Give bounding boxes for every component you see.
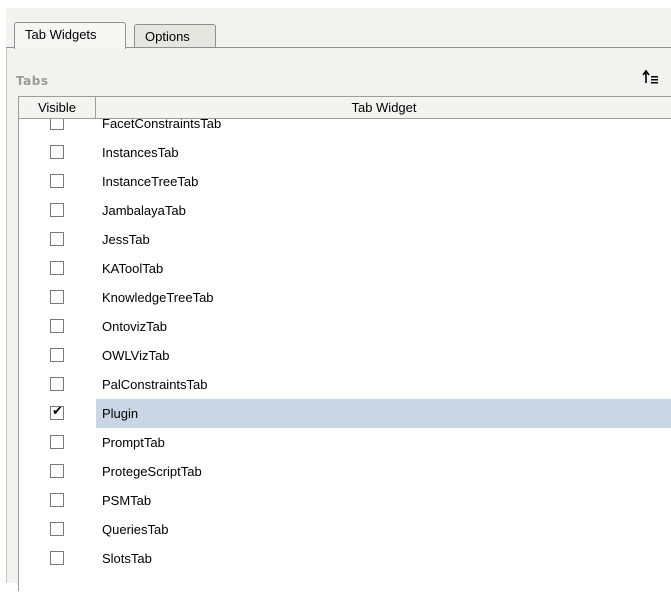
sort-ascending-icon[interactable] <box>641 69 659 85</box>
table-row[interactable]: OntovizTab <box>19 312 671 341</box>
tab-widget-name[interactable]: SlotsTab <box>96 544 671 573</box>
visible-cell <box>19 254 96 283</box>
table-row[interactable]: ProtegeScriptTab <box>19 457 671 486</box>
visible-cell <box>19 283 96 312</box>
table-row[interactable]: SlotsTab <box>19 544 671 573</box>
visible-checkbox[interactable] <box>50 119 64 130</box>
table-body: FacetConstraintsTab InstancesTab InstanceT… <box>19 119 671 592</box>
visible-checkbox[interactable] <box>50 232 64 246</box>
tab-widget-name[interactable]: InstancesTab <box>96 138 671 167</box>
visible-cell <box>19 167 96 196</box>
table-row[interactable]: QueriesTab <box>19 515 671 544</box>
visible-checkbox[interactable] <box>50 174 64 188</box>
tab-widget-name[interactable]: QueriesTab <box>96 515 671 544</box>
visible-checkbox[interactable] <box>50 522 64 536</box>
tab-widget-name[interactable]: KAToolTab <box>96 254 671 283</box>
tab-widget-name[interactable]: JambalayaTab <box>96 196 671 225</box>
tab-widget-name[interactable]: PromptTab <box>96 428 671 457</box>
visible-checkbox[interactable] <box>50 377 64 391</box>
tab-widget-name[interactable]: JessTab <box>96 225 671 254</box>
visible-cell <box>19 486 96 515</box>
visible-cell <box>19 225 96 254</box>
tab-widget-name[interactable]: FacetConstraintsTab <box>96 119 671 138</box>
visible-checkbox[interactable] <box>50 493 64 507</box>
visible-cell <box>19 196 96 225</box>
checkmark-icon: ✔ <box>52 404 63 419</box>
visible-checkbox[interactable] <box>50 145 64 159</box>
table-row[interactable]: PSMTab <box>19 486 671 515</box>
visible-cell <box>19 515 96 544</box>
visible-checkbox[interactable] <box>50 551 64 565</box>
section-header: Tabs <box>12 58 671 92</box>
tab-widget-name[interactable]: OntovizTab <box>96 312 671 341</box>
visible-cell: ✔ <box>19 399 96 428</box>
table-row[interactable]: KnowledgeTreeTab <box>19 283 671 312</box>
table-row[interactable]: ✔ Plugin <box>19 399 671 428</box>
visible-cell <box>19 138 96 167</box>
visible-checkbox[interactable]: ✔ <box>50 404 64 420</box>
visible-cell <box>19 341 96 370</box>
tab-widget-name[interactable]: PSMTab <box>96 486 671 515</box>
tab-widget-name[interactable]: PalConstraintsTab <box>96 370 671 399</box>
visible-checkbox[interactable] <box>50 203 64 217</box>
tab-options[interactable]: Options <box>134 24 216 48</box>
visible-cell <box>19 544 96 573</box>
visible-checkbox[interactable] <box>50 348 64 362</box>
tab-widgets-table: Visible Tab Widget FacetConstraintsTab In… <box>18 96 671 591</box>
tab-widget-name[interactable]: ProtegeScriptTab <box>96 457 671 486</box>
table-row[interactable]: InstancesTab <box>19 138 671 167</box>
visible-checkbox[interactable] <box>50 464 64 478</box>
column-header-tab-widget[interactable]: Tab Widget <box>96 97 671 119</box>
visible-checkbox[interactable] <box>50 261 64 275</box>
table-row[interactable]: JambalayaTab <box>19 196 671 225</box>
table-row[interactable]: OWLVizTab <box>19 341 671 370</box>
tab-widget-name[interactable]: KnowledgeTreeTab <box>96 283 671 312</box>
tab-widget-name[interactable]: OWLVizTab <box>96 341 671 370</box>
column-header-visible[interactable]: Visible <box>19 97 96 119</box>
visible-cell <box>19 119 96 138</box>
visible-cell <box>19 312 96 341</box>
visible-checkbox[interactable] <box>50 319 64 333</box>
tab-widgets-panel: Tab Widgets Options Tabs Visible Tab Wid… <box>6 8 671 591</box>
panel-border <box>6 48 10 583</box>
tab-widget-name[interactable]: Plugin <box>96 399 671 428</box>
tab-bar: Tab Widgets Options <box>6 8 671 49</box>
visible-checkbox[interactable] <box>50 290 64 304</box>
table-row[interactable]: PromptTab <box>19 428 671 457</box>
visible-cell <box>19 370 96 399</box>
table-row[interactable]: PalConstraintsTab <box>19 370 671 399</box>
table-row[interactable]: InstanceTreeTab <box>19 167 671 196</box>
table-row[interactable]: JessTab <box>19 225 671 254</box>
section-title: Tabs <box>16 74 49 88</box>
table-row[interactable]: KAToolTab <box>19 254 671 283</box>
visible-checkbox[interactable] <box>50 435 64 449</box>
table-row[interactable]: FacetConstraintsTab <box>19 119 671 138</box>
visible-cell <box>19 428 96 457</box>
visible-cell <box>19 457 96 486</box>
tab-tab-widgets[interactable]: Tab Widgets <box>14 22 126 49</box>
table-header: Visible Tab Widget <box>19 97 671 119</box>
tab-widget-name[interactable]: InstanceTreeTab <box>96 167 671 196</box>
